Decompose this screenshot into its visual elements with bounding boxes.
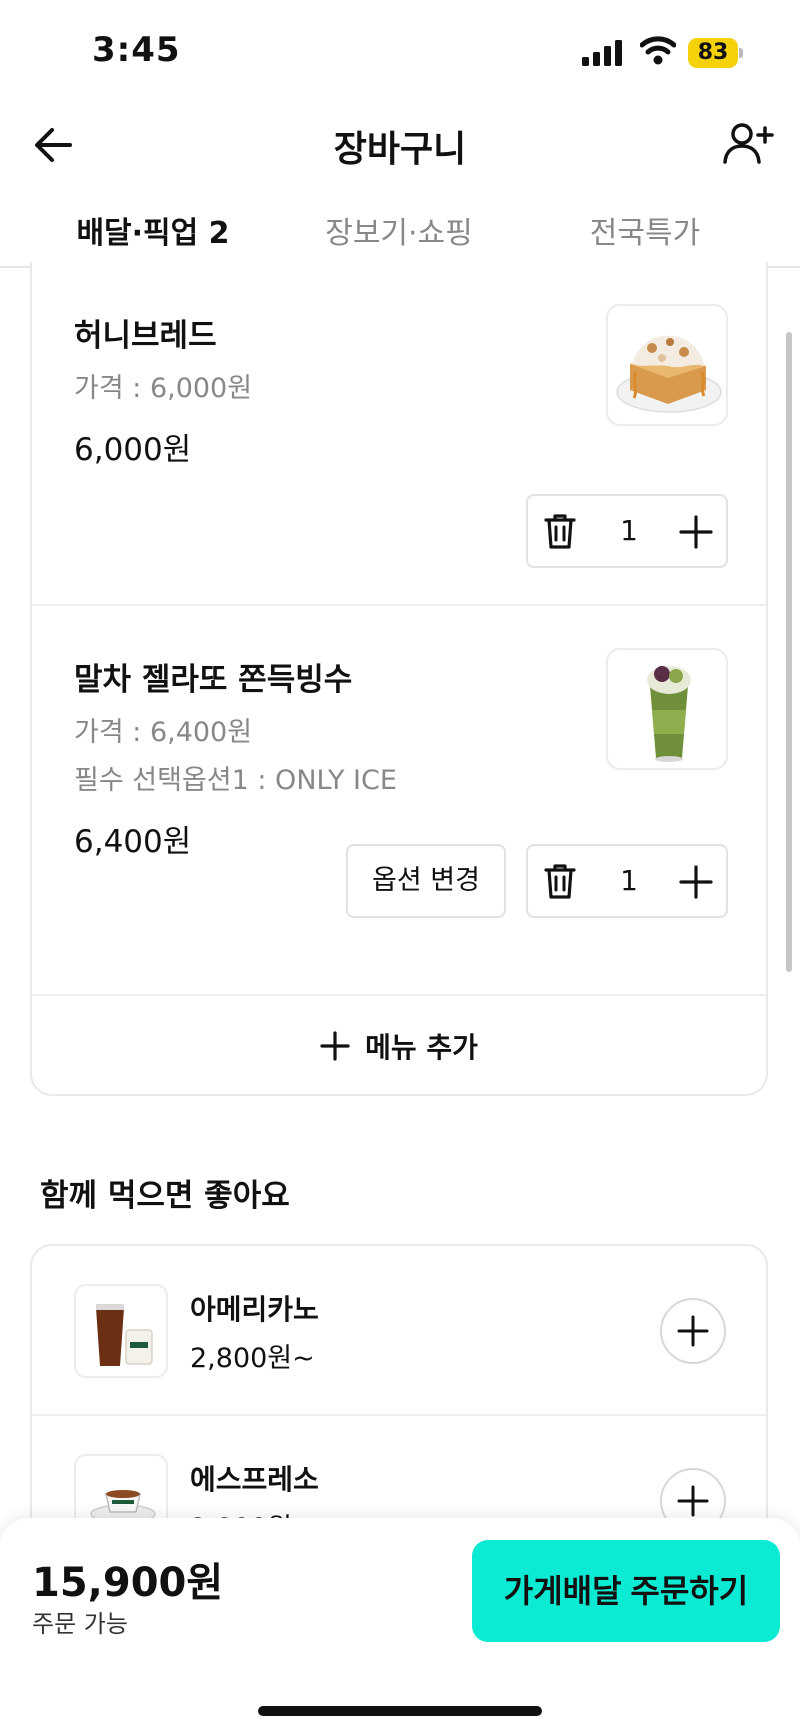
home-indicator <box>258 1706 542 1716</box>
quantity-value: 1 <box>620 514 638 547</box>
cart-item: 허니브레드 가격 : 6,000원 6,000원 1 <box>32 262 766 606</box>
item-name: 허니브레드 <box>74 318 217 354</box>
plus-icon <box>320 1031 350 1061</box>
tab-delivery-pickup[interactable]: 배달·픽업 2 <box>30 208 276 252</box>
quantity-stepper: 1 <box>526 494 728 568</box>
quantity-stepper: 1 <box>526 844 728 918</box>
tab-bar: 배달·픽업 2 장보기·쇼핑 전국특가 <box>0 190 800 268</box>
tab-nationwide-deals[interactable]: 전국특가 <box>522 208 768 252</box>
trash-icon[interactable] <box>542 862 578 900</box>
cart-item: 말차 젤라또 쫀득빙수 가격 : 6,400원 필수 선택옵션1 : ONLY … <box>32 606 766 996</box>
rec-item-name: 에스프레소 <box>190 1463 319 1496</box>
list-item: 아메리카노 2,800원~ <box>32 1246 766 1416</box>
honey-bread-image[interactable] <box>606 304 728 426</box>
scrollbar[interactable] <box>786 332 792 972</box>
trash-icon[interactable] <box>542 512 578 550</box>
add-menu-label: 메뉴 추가 <box>365 1031 478 1064</box>
rec-item-price: 2,800원~ <box>190 1343 315 1374</box>
change-option-button[interactable]: 옵션 변경 <box>346 844 506 918</box>
item-unit-price: 가격 : 6,400원 <box>74 717 253 748</box>
rec-item-name: 아메리카노 <box>190 1293 319 1326</box>
order-button[interactable]: 가게배달 주문하기 <box>472 1540 780 1642</box>
add-item-button[interactable] <box>660 1298 726 1364</box>
battery-level: 83 <box>688 38 738 68</box>
item-price: 6,400원 <box>74 824 192 860</box>
total-price: 15,900원 <box>32 1560 224 1606</box>
page-title: 장바구니 <box>333 129 467 170</box>
status-time: 3:45 <box>92 30 181 70</box>
item-option: 필수 선택옵션1 : ONLY ICE <box>74 765 397 796</box>
cart-card: 허니브레드 가격 : 6,000원 6,000원 1 말차 젤라또 쫀득빙수 가… <box>30 262 768 1096</box>
header: 장바구니 <box>0 100 800 190</box>
order-status: 주문 가능 <box>32 1610 128 1638</box>
plus-icon <box>677 1485 709 1517</box>
checkout-bar: 15,900원 주문 가능 가게배달 주문하기 <box>0 1518 800 1732</box>
plus-icon <box>677 1315 709 1347</box>
add-person-icon[interactable] <box>722 120 774 166</box>
battery-icon: 83 <box>688 38 743 68</box>
quantity-value: 1 <box>620 864 638 897</box>
item-unit-price: 가격 : 6,000원 <box>74 373 253 404</box>
add-menu-button[interactable]: 메뉴 추가 <box>32 996 766 1092</box>
plus-icon[interactable] <box>678 514 714 550</box>
matcha-bingsu-image[interactable] <box>606 648 728 770</box>
plus-icon[interactable] <box>678 864 714 900</box>
americano-image[interactable] <box>74 1284 168 1378</box>
status-bar: 3:45 83 <box>0 0 800 100</box>
cellular-signal-icon <box>582 40 622 66</box>
item-price: 6,000원 <box>74 432 192 468</box>
tab-grocery-shopping[interactable]: 장보기·쇼핑 <box>276 208 522 252</box>
recommendations-title: 함께 먹으면 좋아요 <box>40 1178 290 1214</box>
item-name: 말차 젤라또 쫀득빙수 <box>74 662 353 698</box>
wifi-icon <box>640 36 676 65</box>
